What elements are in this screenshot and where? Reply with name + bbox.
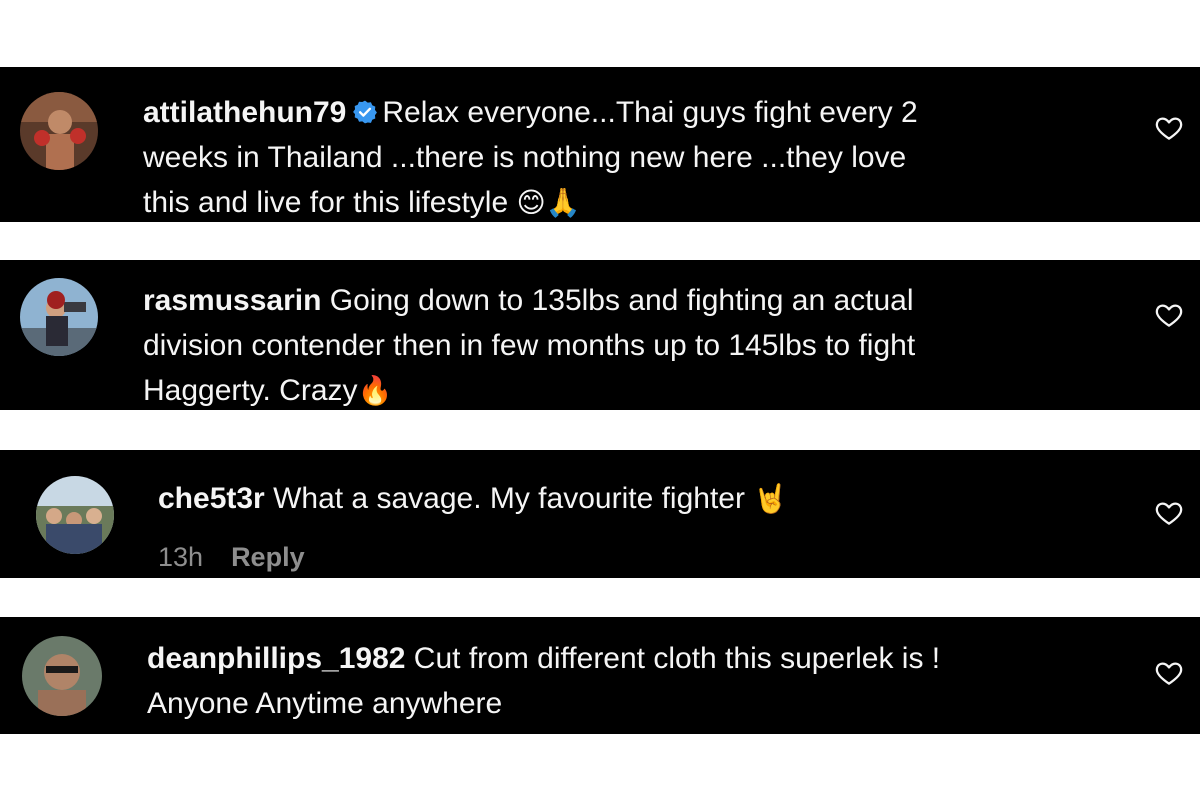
comment-username[interactable]: deanphillips_1982 — [147, 642, 405, 675]
comment-item: che5t3r What a savage. My favourite figh… — [0, 450, 1200, 578]
comment-body: deanphillips_1982 Cut from different clo… — [147, 636, 1107, 726]
comment-item: deanphillips_1982 Cut from different clo… — [0, 617, 1200, 734]
comment-username[interactable]: che5t3r — [158, 482, 265, 515]
comment-body: attilathehun79 Relax everyone...Thai guys… — [143, 90, 1103, 225]
heart-icon[interactable] — [1154, 113, 1184, 143]
comment-line: division contender then in few months up… — [143, 329, 916, 362]
comment-body: rasmussarin Going down to 135lbs and fig… — [143, 278, 1103, 413]
emoji: 🔥 — [357, 374, 393, 407]
comment-timestamp: 13h — [158, 542, 204, 572]
avatar-photo — [22, 636, 102, 716]
comment-item: rasmussarin Going down to 135lbs and fig… — [0, 260, 1200, 410]
avatar-photo — [36, 476, 114, 554]
comment-username[interactable]: rasmussarin — [143, 284, 321, 317]
comment-text: this and live for this lifestyle — [143, 186, 509, 219]
comment-line: Haggerty. Crazy🔥 — [143, 368, 1103, 413]
verified-badge-icon — [352, 93, 378, 124]
heart-icon[interactable] — [1154, 498, 1184, 528]
heart-icon[interactable] — [1154, 300, 1184, 330]
emoji: 😊🙏 — [516, 186, 581, 219]
reply-button[interactable]: Reply — [231, 542, 305, 572]
avatar-photo — [20, 278, 98, 356]
comment-line: rasmussarin Going down to 135lbs and fig… — [143, 278, 1103, 323]
comment-line: deanphillips_1982 Cut from different clo… — [147, 636, 1107, 681]
emoji: 🤘 — [753, 482, 789, 515]
avatar[interactable] — [20, 278, 98, 356]
avatar[interactable] — [36, 476, 114, 554]
comment-line: Anyone Anytime anywhere — [147, 687, 503, 720]
comment-line: che5t3r What a savage. My favourite figh… — [158, 476, 1058, 521]
avatar-photo — [20, 92, 98, 170]
avatar[interactable] — [20, 92, 98, 170]
comment-line: this and live for this lifestyle 😊🙏 — [143, 180, 1103, 225]
comment-text: Cut from different cloth this superlek i… — [413, 642, 941, 675]
comment-body: che5t3r What a savage. My favourite figh… — [158, 476, 1058, 521]
comment-line: weeks in Thailand ...there is nothing ne… — [143, 141, 907, 174]
comment-line: attilathehun79 Relax everyone...Thai guys… — [143, 90, 1103, 135]
comment-username[interactable]: attilathehun79 — [143, 96, 346, 129]
comment-item: attilathehun79 Relax everyone...Thai guys… — [0, 67, 1200, 222]
comment-text: What a savage. My favourite fighter — [273, 482, 745, 515]
heart-icon[interactable] — [1154, 658, 1184, 688]
comment-text: Relax everyone...Thai guys fight every 2 — [382, 96, 918, 129]
avatar[interactable] — [22, 636, 102, 716]
comment-text: Going down to 135lbs and fighting an act… — [329, 284, 914, 317]
comment-text: Haggerty. Crazy — [143, 374, 358, 407]
comment-meta: 13h Reply — [158, 542, 305, 573]
